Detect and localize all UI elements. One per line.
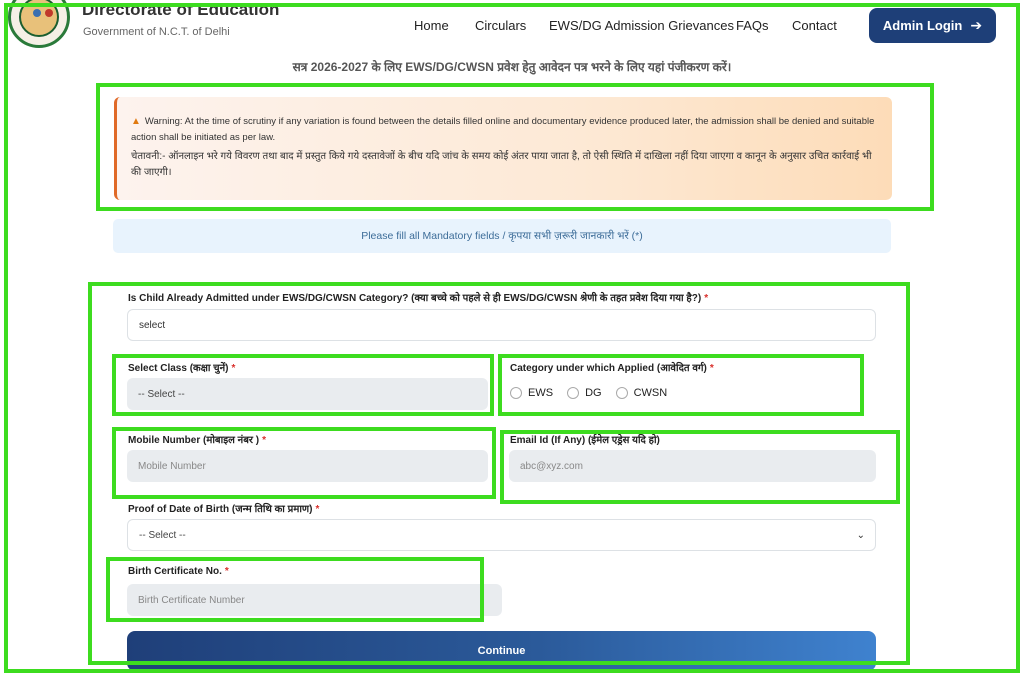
category-radio-group: EWS DG CWSN (510, 387, 667, 399)
logo-figure (33, 9, 41, 17)
nav-faqs[interactable]: FAQs (736, 18, 769, 33)
required-mark: * (315, 504, 320, 515)
admin-login-button[interactable]: Admin Login ➔ (869, 8, 996, 43)
mandatory-note: Please fill all Mandatory fields / कृपया… (113, 219, 891, 253)
nav-circulars[interactable]: Circulars (475, 18, 526, 33)
required-mark: * (262, 435, 267, 446)
proof-label-text: Proof of Date of Birth (जन्म तिथि का प्र… (128, 504, 313, 515)
required-mark: * (709, 363, 714, 374)
logo-emblem (19, 0, 59, 37)
proof-select[interactable]: -- Select -- ⌄ (127, 519, 876, 551)
radio-cwsn[interactable]: CWSN (615, 387, 668, 399)
session-title: सत्र 2026-2027 के लिए EWS/DG/CWSN प्रवेश… (292, 60, 732, 74)
radio-label: DG (585, 387, 602, 399)
class-label-text: Select Class (कक्षा चुनें) (128, 363, 229, 374)
warning-en: Warning: At the time of scrutiny if any … (131, 116, 875, 143)
proof-select-value: -- Select -- (139, 529, 186, 541)
required-mark: * (704, 293, 709, 304)
radio-label: CWSN (633, 387, 668, 399)
radio-button[interactable] (615, 387, 628, 399)
birth-cert-input[interactable]: Birth Certificate Number (127, 584, 502, 616)
category-label: Category under which Applied (आवेदित वर्… (510, 360, 714, 374)
admitted-label-text: Is Child Already Admitted under EWS/DG/C… (128, 293, 702, 304)
email-label: Email Id (If Any) (ईमेल एड्रेस यदि हो) (510, 435, 660, 446)
warning-alert: ▲ Warning: At the time of scrutiny if any… (114, 97, 892, 200)
radio-dg[interactable]: DG (567, 387, 602, 399)
birth-cert-label: Birth Certificate No. * (128, 566, 229, 577)
mobile-label-text: Mobile Number (मोबाइल नंबर ) (128, 435, 260, 446)
nav-home[interactable]: Home (414, 18, 449, 33)
warning-text-en: ▲ Warning: At the time of scrutiny if any… (131, 114, 878, 146)
org-title: Directorate of Education (82, 0, 280, 19)
warning-text-hi: चेतावनी:- ऑनलाइन भरे गये विवरण तथा बाद म… (131, 151, 872, 178)
admin-login-label: Admin Login (882, 18, 963, 33)
class-select[interactable]: -- Select -- (127, 378, 488, 410)
nav-contact[interactable]: Contact (792, 18, 837, 33)
warning-triangle-icon: ▲ (131, 116, 141, 127)
class-label: Select Class (कक्षा चुनें) * (128, 360, 235, 374)
admitted-label: Is Child Already Admitted under EWS/DG/C… (128, 290, 708, 304)
logo-figure (45, 9, 53, 17)
birth-cert-label-text: Birth Certificate No. (128, 566, 222, 577)
radio-button[interactable] (567, 387, 580, 399)
nav-ews-dg-grievances[interactable]: EWS/DG Admission Grievances (549, 18, 734, 33)
proof-label: Proof of Date of Birth (जन्म तिथि का प्र… (128, 501, 319, 515)
mobile-label: Mobile Number (मोबाइल नंबर ) * (128, 432, 266, 446)
radio-ews[interactable]: EWS (510, 387, 553, 399)
mobile-input[interactable]: Mobile Number (127, 450, 488, 482)
org-subtitle: Government of N.C.T. of Delhi (83, 26, 230, 38)
category-label-text: Category under which Applied (आवेदित वर्… (510, 363, 707, 374)
chevron-down-icon: ⌄ (856, 529, 865, 541)
arrow-right-icon: ➔ (970, 17, 983, 33)
site-header: Directorate of Education Government of N… (0, 0, 1024, 52)
admitted-select[interactable]: select (127, 309, 876, 341)
radio-button[interactable] (510, 387, 522, 399)
required-mark: * (224, 566, 229, 577)
email-input[interactable]: abc@xyz.com (509, 450, 876, 482)
required-mark: * (231, 363, 236, 374)
radio-label: EWS (528, 387, 554, 399)
continue-button[interactable]: Continue (127, 631, 876, 671)
doe-seal-logo[interactable] (8, 0, 70, 48)
